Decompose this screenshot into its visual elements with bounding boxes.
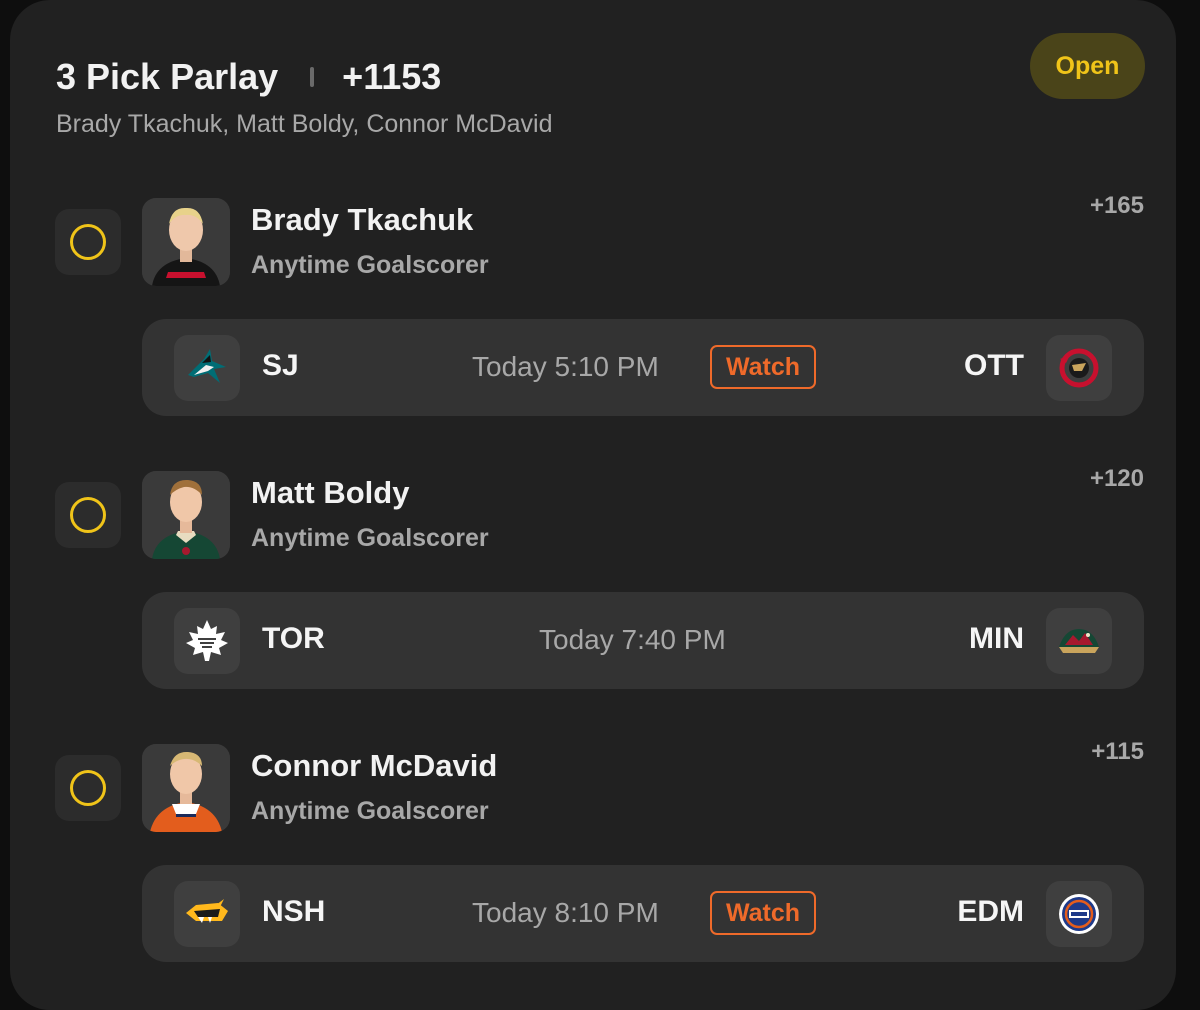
player-name: Brady Tkachuk (251, 202, 474, 237)
wild-logo-icon (1046, 608, 1112, 674)
market-label: Anytime Goalscorer (251, 797, 489, 825)
parlay-odds: +1153 (342, 56, 442, 97)
market-label: Anytime Goalscorer (251, 251, 489, 279)
player-headshot (142, 198, 230, 286)
player-headshot (142, 471, 230, 559)
home-team-abbr: OTT (964, 349, 1024, 382)
game-time: Today 7:40 PM (539, 624, 726, 655)
player-headshot (142, 744, 230, 832)
oilers-logo-icon (1046, 881, 1112, 947)
game-row[interactable]: TOR Today 7:40 PM MIN (142, 592, 1144, 689)
leg-item: Matt Boldy Anytime Goalscorer +120 TOR T… (10, 465, 1176, 733)
leg-item: Brady Tkachuk Anytime Goalscorer +165 SJ… (10, 192, 1176, 460)
away-team-abbr: TOR (262, 622, 325, 655)
parlay-header: 3 Pick Parlay +1153 (56, 56, 441, 98)
watch-button[interactable]: Watch (710, 345, 816, 389)
away-team-abbr: SJ (262, 349, 299, 382)
home-team-abbr: EDM (957, 895, 1024, 928)
leg-status-circle-icon[interactable] (55, 209, 121, 275)
senators-logo-icon (1046, 335, 1112, 401)
status-badge: Open (1030, 33, 1145, 99)
game-time: Today 8:10 PM (472, 897, 659, 928)
game-row[interactable]: NSH Today 8:10 PM Watch EDM (142, 865, 1144, 962)
watch-button[interactable]: Watch (710, 891, 816, 935)
parlay-title: 3 Pick Parlay (56, 56, 279, 97)
sharks-logo-icon (174, 335, 240, 401)
header-separator (310, 67, 315, 87)
game-time: Today 5:10 PM (472, 351, 659, 382)
market-label: Anytime Goalscorer (251, 524, 489, 552)
leg-odds: +165 (1089, 192, 1144, 219)
leg-status-circle-icon[interactable] (55, 755, 121, 821)
game-row[interactable]: SJ Today 5:10 PM Watch OTT (142, 319, 1144, 416)
leg-status-circle-icon[interactable] (55, 482, 121, 548)
away-team-abbr: NSH (262, 895, 326, 928)
parlay-card[interactable]: 3 Pick Parlay +1153 Brady Tkachuk, Matt … (10, 0, 1176, 1010)
leg-odds: +115 (1091, 738, 1144, 765)
player-name: Matt Boldy (251, 475, 410, 510)
predators-logo-icon (174, 881, 240, 947)
player-name: Connor McDavid (251, 748, 498, 783)
leg-item: Connor McDavid Anytime Goalscorer +115 N… (10, 738, 1176, 1006)
home-team-abbr: MIN (969, 622, 1024, 655)
leg-odds: +120 (1089, 465, 1144, 492)
maple-leafs-logo-icon (174, 608, 240, 674)
parlay-subtitle: Brady Tkachuk, Matt Boldy, Connor McDavi… (56, 110, 553, 138)
